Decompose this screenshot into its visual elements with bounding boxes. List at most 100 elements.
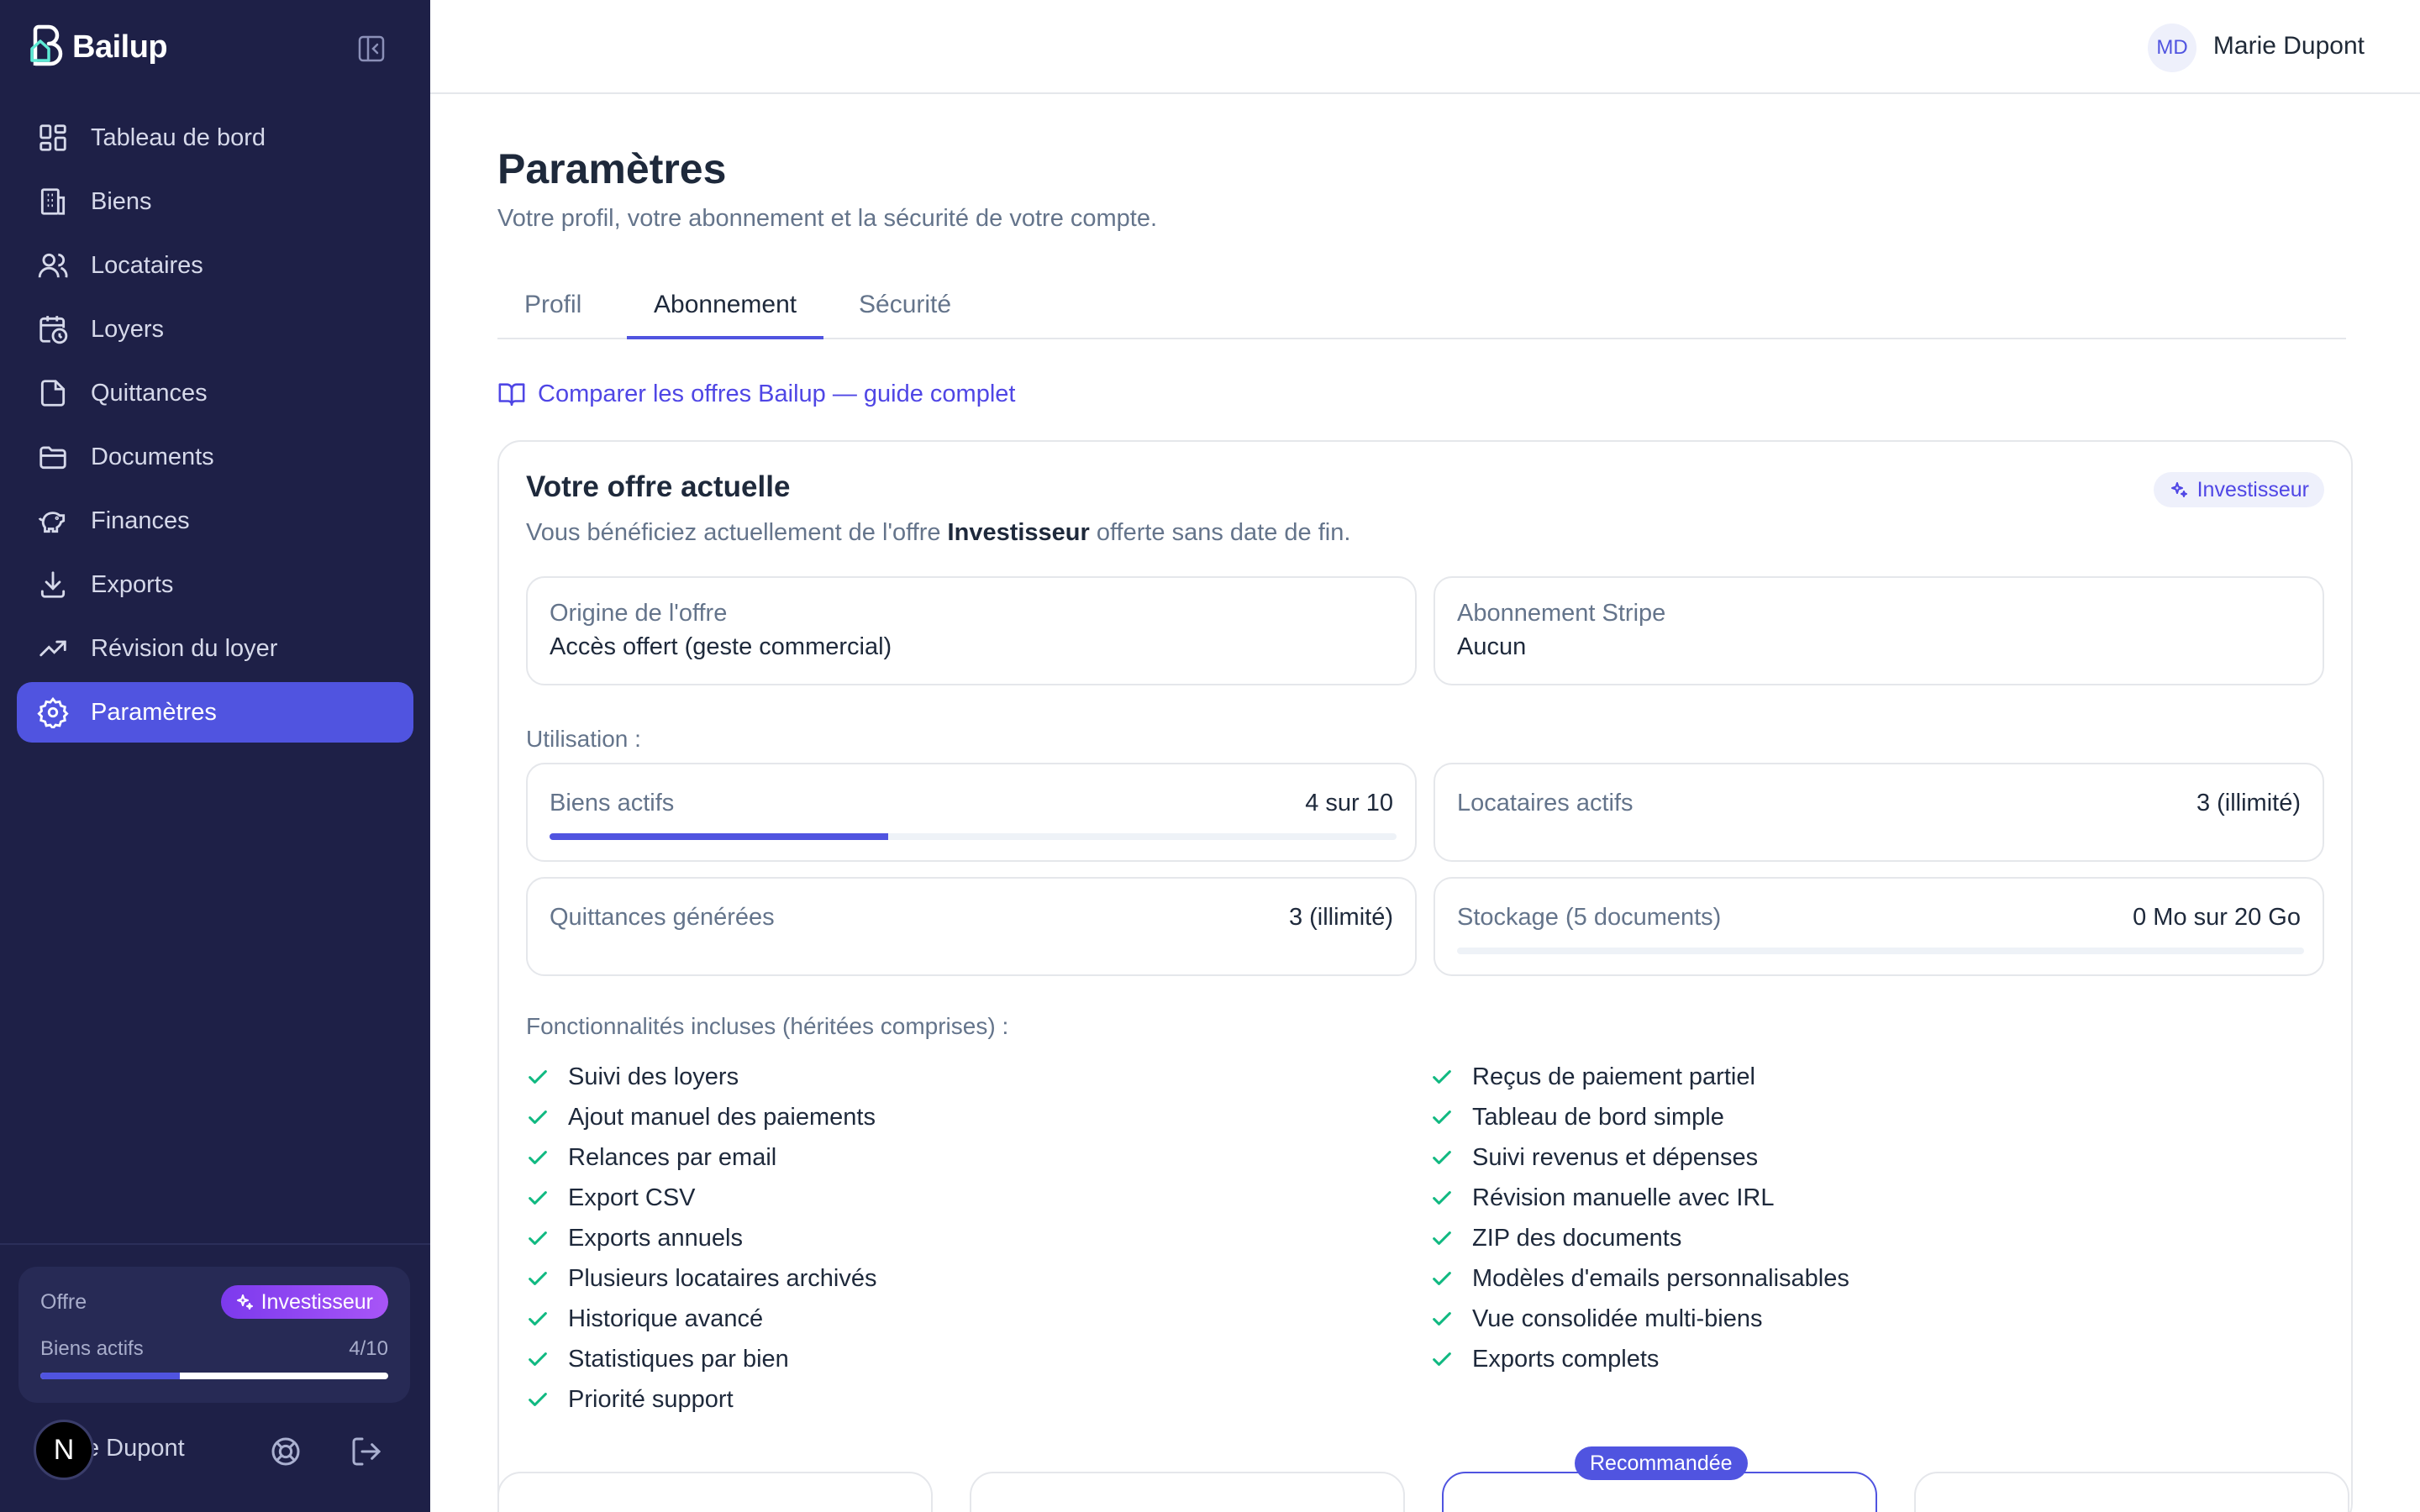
sidebar-item-label: Tableau de bord bbox=[91, 123, 266, 151]
plan-badge-label: Investisseur bbox=[260, 1289, 373, 1314]
usage-label: Locataires actifs bbox=[1457, 790, 1634, 816]
calendar-clock-icon bbox=[39, 316, 68, 344]
usage-label: Quittances générées bbox=[550, 904, 775, 931]
usage-value: 3 (illimité) bbox=[1288, 904, 1393, 931]
usage-biens-actifs: Biens actifs 4 sur 10 bbox=[526, 763, 1417, 862]
sidebar-item-label: Quittances bbox=[91, 379, 208, 407]
check-icon bbox=[529, 1070, 547, 1084]
plan-badge: Investisseur bbox=[220, 1285, 388, 1319]
compare-offers-label: Comparer les offres Bailup — guide compl… bbox=[538, 380, 1016, 407]
desc-suffix: offerte sans date de fin. bbox=[1089, 519, 1351, 546]
sidebar-item-biens[interactable]: Biens bbox=[17, 171, 413, 232]
sidebar-item-label: Locataires bbox=[91, 251, 203, 279]
features-column-right: Reçus de paiement partiel Tableau de bord… bbox=[1430, 1057, 2321, 1379]
feature-label: Modèles d'emails personnalisables bbox=[1472, 1264, 1849, 1292]
sidebar-item-finances[interactable]: Finances bbox=[17, 491, 413, 551]
usage-fill bbox=[550, 833, 889, 840]
trending-up-icon bbox=[39, 640, 66, 657]
brand-logo[interactable]: Bailup bbox=[29, 24, 168, 71]
feature-label: Ajout manuel des paiements bbox=[568, 1103, 876, 1131]
feature-label: Reçus de paiement partiel bbox=[1472, 1063, 1755, 1090]
feature-label: Relances par email bbox=[568, 1143, 777, 1171]
compare-offers-link[interactable]: Comparer les offres Bailup — guide compl… bbox=[497, 380, 1015, 408]
tab-abonnement[interactable]: Abonnement bbox=[627, 291, 824, 339]
usage-label: Stockage (5 documents) bbox=[1457, 904, 1722, 931]
gear-icon bbox=[37, 696, 69, 728]
building-icon bbox=[40, 188, 66, 215]
current-plan-badge: Investisseur bbox=[2153, 472, 2324, 507]
sidebar-plan-card[interactable]: Offre Investisseur Biens actifs 4/10 bbox=[18, 1267, 410, 1403]
current-plan-card: Votre offre actuelle Investisseur Vous b… bbox=[497, 440, 2353, 1512]
folder-icon bbox=[39, 446, 66, 470]
feature-item: Suivi revenus et dépenses bbox=[1430, 1137, 2321, 1178]
sidebar-item-label: Révision du loyer bbox=[91, 634, 278, 662]
feature-item: Historique avancé bbox=[526, 1299, 1417, 1339]
feature-label: Suivi revenus et dépenses bbox=[1472, 1143, 1759, 1171]
usage-value: 4 sur 10 bbox=[1305, 790, 1393, 816]
sidebar-item-quittances[interactable]: Quittances bbox=[17, 363, 413, 423]
feature-label: Suivi des loyers bbox=[568, 1063, 739, 1090]
current-plan-title: Votre offre actuelle bbox=[526, 470, 791, 503]
features-title: Fonctionnalités incluses (héritées compr… bbox=[526, 1013, 1009, 1039]
feature-label: Statistiques par bien bbox=[568, 1345, 789, 1373]
plan-option-card[interactable] bbox=[497, 1472, 933, 1512]
tab-securite[interactable]: Sécurité bbox=[832, 291, 978, 339]
plans-row: Recommandée bbox=[497, 1446, 2353, 1512]
user-avatar[interactable]: MD bbox=[2148, 24, 2196, 72]
usage-stockage: Stockage (5 documents) 0 Mo sur 20 Go bbox=[1434, 877, 2324, 976]
feature-item: Suivi des loyers bbox=[526, 1057, 1417, 1097]
check-icon bbox=[529, 1110, 547, 1124]
desc-plan-name: Investisseur bbox=[947, 519, 1090, 546]
plan-label: Offre bbox=[40, 1290, 87, 1314]
feature-item: Relances par email bbox=[526, 1137, 1417, 1178]
plan-usage-value: 4/10 bbox=[349, 1337, 388, 1360]
feature-label: ZIP des documents bbox=[1472, 1224, 1682, 1252]
feature-label: Plusieurs locataires archivés bbox=[568, 1264, 877, 1292]
sidebar-item-label: Loyers bbox=[91, 315, 165, 343]
file-icon bbox=[40, 380, 66, 407]
sidebar-item-locataires[interactable]: Locataires bbox=[17, 235, 413, 296]
user-name[interactable]: Marie Dupont bbox=[2213, 32, 2365, 60]
sidebar-item-loyers[interactable]: Loyers bbox=[17, 299, 413, 360]
settings-tabs: Profil Abonnement Sécurité bbox=[497, 279, 2346, 339]
sidebar-user-row: N e Dupont bbox=[34, 1420, 403, 1487]
tab-profil[interactable]: Profil bbox=[497, 291, 608, 339]
sidebar-item-documents[interactable]: Documents bbox=[17, 427, 413, 487]
feature-item: Statistiques par bien bbox=[526, 1339, 1417, 1379]
sidebar-item-parametres[interactable]: Paramètres bbox=[17, 682, 413, 743]
features-column-left: Suivi des loyers Ajout manuel des paiemen… bbox=[526, 1057, 1417, 1420]
current-plan-badge-label: Investisseur bbox=[2196, 477, 2309, 501]
avatar[interactable]: N bbox=[34, 1420, 94, 1480]
check-icon bbox=[529, 1231, 547, 1245]
plan-option-card[interactable] bbox=[970, 1472, 1405, 1512]
usage-locataires-actifs: Locataires actifs 3 (illimité) bbox=[1434, 763, 2324, 862]
logout-button[interactable] bbox=[350, 1435, 383, 1468]
dashboard-icon bbox=[39, 124, 66, 151]
check-icon bbox=[529, 1312, 547, 1326]
check-icon bbox=[1433, 1151, 1451, 1164]
plan-option-card[interactable] bbox=[1914, 1472, 2349, 1512]
sidebar-item-revision-du-loyer[interactable]: Révision du loyer bbox=[17, 618, 413, 679]
sidebar-user-name[interactable]: e Dupont bbox=[86, 1435, 185, 1462]
check-icon bbox=[1433, 1312, 1451, 1326]
feature-label: Priorité support bbox=[568, 1385, 734, 1413]
feature-item: Modèles d'emails personnalisables bbox=[1430, 1258, 2321, 1299]
check-icon bbox=[1433, 1191, 1451, 1205]
usage-label: Biens actifs bbox=[550, 790, 675, 816]
help-button[interactable] bbox=[269, 1435, 302, 1468]
sidebar-collapse-button[interactable] bbox=[356, 34, 387, 64]
usage-track bbox=[1457, 948, 2304, 954]
check-icon bbox=[529, 1191, 547, 1205]
check-icon bbox=[529, 1272, 547, 1285]
check-icon bbox=[529, 1151, 547, 1164]
sidebar-item-tableau-de-bord[interactable]: Tableau de bord bbox=[17, 108, 413, 168]
feature-label: Exports annuels bbox=[568, 1224, 743, 1252]
plan-usage-fill bbox=[40, 1373, 180, 1379]
feature-item: Exports complets bbox=[1430, 1339, 2321, 1379]
logout-icon bbox=[352, 1437, 381, 1466]
sidebar-item-exports[interactable]: Exports bbox=[17, 554, 413, 615]
sidebar-item-label: Paramètres bbox=[91, 698, 217, 726]
check-icon bbox=[529, 1352, 547, 1366]
sidebar-item-label: Finances bbox=[91, 507, 190, 534]
stripe-subscription-value: Aucun bbox=[1457, 633, 1527, 660]
